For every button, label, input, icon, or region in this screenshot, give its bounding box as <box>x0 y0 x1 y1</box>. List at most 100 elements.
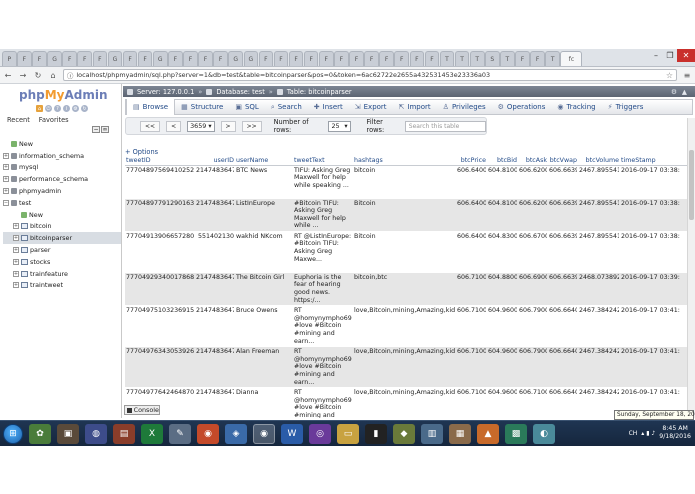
expand-icon[interactable]: + <box>3 188 9 195</box>
table-cell-btcbid[interactable]: 604.9600 <box>487 346 518 389</box>
tree-item[interactable]: + bitcoin <box>3 221 121 233</box>
table-cell-btcbid[interactable]: 604.8800 <box>487 272 518 307</box>
recent-tab[interactable]: Recent <box>7 116 30 124</box>
browser-tab[interactable]: F <box>183 51 198 66</box>
column-header-btcprice[interactable]: btcPrice <box>456 156 487 166</box>
browser-tab[interactable]: F <box>379 51 394 66</box>
taskbar-app-icon[interactable]: ▩ <box>505 423 527 444</box>
column-header-username[interactable]: userName <box>235 156 293 166</box>
table-cell-btcask[interactable]: 606.6200 <box>518 198 548 232</box>
tree-item-label[interactable]: information_schema <box>19 152 84 160</box>
taskbar-matlab-icon[interactable]: ▲ <box>477 423 499 444</box>
tab-triggers[interactable]: ⚡ Triggers <box>602 100 650 114</box>
browser-tab[interactable]: F <box>258 51 274 66</box>
table-cell-btcprice[interactable]: 606.6400 <box>456 231 487 273</box>
taskbar-excel-icon[interactable]: X <box>141 423 163 444</box>
last-page-button[interactable]: >> <box>241 120 262 132</box>
url-input[interactable]: ⓘ localhost/phpmyadmin/sql.php?server=1&… <box>63 69 677 81</box>
expand-icon[interactable]: + <box>3 152 9 159</box>
browser-tab[interactable]: F <box>17 51 32 66</box>
table-row[interactable]: 777049293400178688 2147483647 The Bitcoin … <box>125 272 687 307</box>
table-cell-userid[interactable]: 551402130 <box>195 231 235 273</box>
taskbar-terminal-icon[interactable]: ▮ <box>365 423 387 444</box>
table-cell-btcprice[interactable]: 606.7100 <box>456 387 487 418</box>
table-cell-btcvolume[interactable]: 2467.895541 <box>578 198 620 232</box>
column-header-hashtags[interactable]: hashtags <box>353 156 456 166</box>
breadcrumb-table[interactable]: Table: bitcoinparser <box>287 88 352 96</box>
reload-nav-icon[interactable]: ↻ <box>81 105 88 112</box>
table-cell-btcprice[interactable]: 606.6400 <box>456 198 487 232</box>
table-cell-userid[interactable]: 2147483647 <box>195 387 235 418</box>
tab-search[interactable]: ⌕ Search <box>265 100 308 114</box>
table-cell-tweettext[interactable]: TIFU: Asking Greg Maxwell for help while… <box>293 165 353 199</box>
tab-browse[interactable]: ▤ Browse <box>126 99 176 115</box>
table-cell-btcask[interactable]: 606.6200 <box>518 165 548 199</box>
browser-tab[interactable]: F <box>515 51 530 66</box>
taskbar-app-icon[interactable]: ▦ <box>449 423 471 444</box>
table-cell-username[interactable]: ListInEurope <box>235 198 293 232</box>
tree-item[interactable]: + parser <box>3 244 121 256</box>
tray-icons[interactable]: ▴ ▮ ♪ <box>641 430 655 437</box>
table-row[interactable]: 777049776424648704 2147483647 Dianna RT @ho… <box>125 387 687 418</box>
table-cell-tweettext[interactable]: RT @homynympho69: #love #Bitcoin #mining… <box>293 387 353 418</box>
browser-tab[interactable]: F <box>32 51 47 66</box>
table-cell-btcprice[interactable]: 606.7100 <box>456 272 487 307</box>
table-cell-btcask[interactable]: 606.7900 <box>518 305 548 348</box>
taskbar-app-icon[interactable]: ◆ <box>393 423 415 444</box>
table-cell-username[interactable]: wakhid NKcom <box>235 231 293 273</box>
table-cell-userid[interactable]: 2147483647 <box>195 165 235 199</box>
phpmyadmin-logo[interactable]: phpMyAdmin <box>19 88 108 102</box>
collapse-all-icon[interactable]: − <box>92 126 100 133</box>
table-cell-userid[interactable]: 2147483647 <box>195 198 235 232</box>
tree-item[interactable]: + stocks <box>3 256 121 268</box>
column-header-btcvolume[interactable]: btcVolume <box>578 156 620 166</box>
tree-item-label[interactable]: bitcoinparser <box>30 234 72 242</box>
docs-book-icon[interactable]: i <box>63 105 70 112</box>
browser-tab[interactable]: F <box>424 51 440 66</box>
tab-sql[interactable]: ▣ SQL <box>229 100 264 114</box>
table-cell-btcask[interactable]: 606.6900 <box>518 272 548 307</box>
tree-item[interactable]: New <box>3 209 121 221</box>
taskbar-chrome-active-icon[interactable]: ◉ <box>253 423 275 444</box>
table-cell-btcvwap[interactable]: 606.6640 <box>548 387 578 418</box>
expand-icon[interactable]: + <box>13 270 19 277</box>
table-cell-username[interactable]: Bruce Owens <box>235 305 293 348</box>
tree-item-label[interactable]: New <box>29 211 43 219</box>
table-cell-tweetid[interactable]: 777049751032369152 <box>125 305 195 348</box>
browser-tab[interactable]: F <box>168 51 183 66</box>
browser-tab[interactable]: F <box>62 51 77 66</box>
home-icon[interactable]: ⌂ <box>48 70 58 80</box>
browser-tab[interactable]: F <box>530 51 545 66</box>
link-with-main-icon[interactable]: ∞ <box>101 126 109 133</box>
column-header-tweettext[interactable]: tweetText <box>293 156 353 166</box>
taskbar-app-icon[interactable]: ◈ <box>225 423 247 444</box>
table-cell-tweettext[interactable]: Euphoria is the fear of hearing good new… <box>293 272 353 307</box>
tree-item[interactable]: + traintweet <box>3 280 121 292</box>
scrollbar-thumb[interactable] <box>689 150 694 220</box>
browser-tab[interactable]: F <box>137 51 153 66</box>
browser-tab[interactable]: T <box>469 51 485 66</box>
table-cell-hashtags[interactable]: love,Bitcoin,mining,Amazing,kids <box>353 387 456 418</box>
table-cell-timestamp[interactable]: 2016-09-17 03:38: <box>620 198 687 232</box>
expand-icon[interactable]: + <box>3 164 9 171</box>
tree-item[interactable]: New <box>3 138 121 150</box>
expand-icon[interactable]: + <box>3 176 9 183</box>
table-cell-timestamp[interactable]: 2016-09-17 03:38: <box>620 165 687 199</box>
tree-item-label[interactable]: bitcoin <box>30 222 52 230</box>
table-cell-btcask[interactable]: 606.7900 <box>518 346 548 389</box>
table-cell-tweettext[interactable]: RT @ListInEurope: #Bitcoin TIFU: Asking … <box>293 231 353 273</box>
clock[interactable]: 8:45 AM 9/18/2016 <box>659 425 691 441</box>
taskbar-folder-icon[interactable]: ▭ <box>337 423 359 444</box>
chrome-menu-icon[interactable]: ≡ <box>682 70 692 80</box>
table-cell-btcvwap[interactable]: 606.6639 <box>548 272 578 307</box>
tree-item-label[interactable]: parser <box>30 246 51 254</box>
taskbar-app-icon[interactable]: ▥ <box>421 423 443 444</box>
browser-tab[interactable]: T <box>545 51 560 66</box>
options-toggle[interactable]: + Options <box>125 148 158 156</box>
table-cell-tweetid[interactable]: 777049139066572801 <box>125 231 195 273</box>
table-cell-tweetid[interactable]: 777048975694102528 <box>125 165 195 199</box>
table-cell-btcvolume[interactable]: 2467.384242 <box>578 305 620 348</box>
console-toggle[interactable]: Console <box>124 405 160 415</box>
tree-item-label[interactable]: mysql <box>19 163 38 171</box>
table-row[interactable]: 777049751032369152 2147483647 Bruce Owens R… <box>125 305 687 348</box>
